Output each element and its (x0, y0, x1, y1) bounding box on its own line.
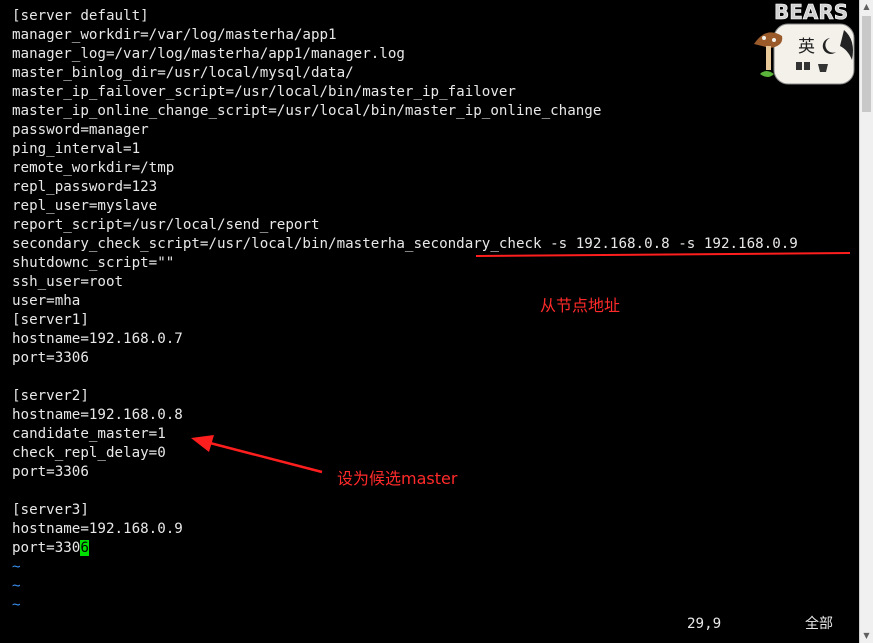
config-line: repl_password=123 (12, 179, 158, 195)
config-line: master_binlog_dir=/usr/local/mysql/data/ (12, 65, 354, 81)
config-line: [server3] (12, 502, 89, 518)
sticker-glyph: 英 (798, 37, 815, 57)
vertical-scrollbar[interactable]: ▲ ▼ (859, 0, 873, 643)
text-cursor[interactable]: 6 (80, 540, 89, 556)
config-line: manager_workdir=/var/log/masterha/app1 (12, 27, 337, 43)
sticker-text: BEARS (774, 0, 848, 24)
config-line: password=manager (12, 122, 149, 138)
config-line: repl_user=myslave (12, 198, 158, 214)
config-line: port=3306 (12, 464, 89, 480)
terminal-window[interactable]: [server default] manager_workdir=/var/log… (0, 0, 859, 643)
arrow-shaft (209, 441, 323, 474)
config-line: [server default] (12, 8, 149, 24)
config-line: hostname=192.168.0.8 (12, 407, 183, 423)
scrollbar-thumb[interactable] (862, 16, 871, 112)
empty-line-tilde: ~ (12, 559, 21, 575)
cursor-line: port=3306 (12, 539, 89, 558)
config-line: hostname=192.168.0.7 (12, 331, 183, 347)
config-line: port=3306 (12, 350, 89, 366)
scroll-down-arrow-icon[interactable]: ▼ (860, 629, 873, 643)
empty-line-tilde: ~ (12, 578, 21, 594)
config-line: hostname=192.168.0.9 (12, 521, 183, 537)
config-line: master_ip_failover_script=/usr/local/bin… (12, 84, 516, 100)
config-line: secondary_check_script=/usr/local/bin/ma… (12, 236, 798, 252)
config-line: user=mha (12, 293, 81, 309)
empty-line-tilde: ~ (12, 597, 21, 613)
config-line: ssh_user=root (12, 274, 124, 290)
candidate-master-annotation: 设为候选master (337, 469, 458, 488)
config-line: check_repl_delay=0 (12, 445, 166, 461)
config-line: [server1] (12, 312, 89, 328)
config-line: ping_interval=1 (12, 141, 141, 157)
scroll-state-indicator: 全部 (805, 616, 833, 632)
cursor-position-indicator: 29,9 (687, 616, 722, 632)
cursor-line-text: port=330 (12, 540, 81, 556)
config-line: master_ip_online_change_script=/usr/loca… (12, 103, 602, 119)
scroll-up-arrow-icon[interactable]: ▲ (860, 0, 873, 14)
config-line: [server2] (12, 388, 89, 404)
config-line: report_script=/usr/local/send_report (12, 217, 320, 233)
config-line: candidate_master=1 (12, 426, 166, 442)
config-line: remote_workdir=/tmp (12, 160, 175, 176)
arrow-head-icon (191, 435, 214, 452)
slave-address-annotation: 从节点地址 (540, 296, 621, 315)
bears-sticker-icon: BEARS 英 (752, 0, 858, 90)
config-line: manager_log=/var/log/masterha/app1/manag… (12, 46, 405, 62)
config-line: shutdownc_script="" (12, 255, 175, 271)
